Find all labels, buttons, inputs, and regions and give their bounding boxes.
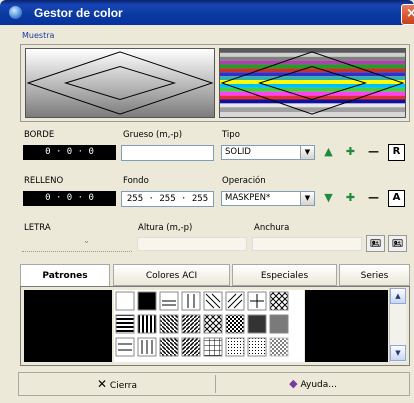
chevron-down-icon: ▼ (300, 146, 314, 159)
close-icon[interactable]: × (401, 4, 414, 25)
anchura-input[interactable] (252, 237, 362, 251)
fondo-label: Fondo (123, 176, 149, 186)
close-x-icon: ✕ (96, 377, 108, 391)
cierra-button[interactable]: ✕ Cierra (19, 373, 215, 395)
ayuda-label: Ayuda... (300, 380, 337, 390)
color-manager-window: Gestor de color × Muestra BORDE Grueso (… (0, 0, 414, 403)
r-button[interactable]: R (388, 144, 405, 161)
relleno-label: RELLENO (24, 176, 64, 186)
operacion-select-value: MASKPEN* (225, 193, 271, 203)
title-bar[interactable]: Gestor de color × (0, 0, 414, 25)
plus-icon[interactable]: ✚ (342, 190, 359, 207)
minus-icon[interactable]: — (365, 190, 382, 207)
letra-label: LETRA (24, 223, 51, 233)
sample-swatch-left (25, 48, 215, 118)
altura-input[interactable] (137, 237, 247, 251)
borde-label: BORDE (24, 130, 55, 140)
a-button[interactable]: A (388, 190, 405, 207)
help-book-icon: ◆ (289, 377, 298, 390)
arrow-down-icon[interactable]: ▼ (320, 190, 337, 207)
arrow-up-icon[interactable]: ▲ (320, 144, 337, 161)
tipo-select-value: SOLID (225, 147, 251, 157)
pattern-preview-right (305, 290, 388, 362)
borde-color-field[interactable]: 0 · 0 · 0 (23, 145, 116, 160)
footer-buttons: ✕ Cierra ◆ Ayuda... (18, 372, 410, 396)
plus-icon[interactable]: ✚ (342, 144, 359, 161)
operacion-select[interactable]: MASKPEN* ▼ (221, 191, 315, 206)
app-globe-icon (9, 6, 22, 19)
altura-label: Altura (m,-p) (138, 223, 193, 233)
tab-especiales[interactable]: Especiales (232, 264, 337, 286)
sample-swatch-right (219, 48, 406, 118)
tab-colores-aci[interactable]: Colores ACI (113, 264, 230, 286)
fondo-field[interactable]: 255 · 255 · 255 (121, 191, 214, 207)
pattern-grid[interactable] (114, 290, 304, 362)
scroll-down-icon[interactable]: ▼ (390, 345, 406, 361)
font-dialog-icon-2[interactable]: 🖭 (388, 235, 407, 252)
ayuda-button[interactable]: ◆ Ayuda... (216, 373, 410, 395)
pattern-preview-left (24, 290, 112, 362)
muestra-label: Muestra (22, 31, 55, 40)
anchura-label: Anchura (254, 223, 290, 233)
tab-patrones[interactable]: Patrones (20, 264, 110, 288)
letra-font-select[interactable]: ᵕ (22, 236, 132, 252)
scroll-up-icon[interactable]: ▲ (390, 288, 406, 304)
pattern-scrollbar[interactable]: ▲ ▼ (389, 288, 406, 362)
chevron-down-icon: ᵕ (85, 238, 89, 247)
grueso-input[interactable] (121, 145, 214, 161)
relleno-color-field[interactable]: 0 · 0 · 0 (23, 191, 116, 206)
operacion-label: Operación (222, 176, 266, 186)
cierra-label: Cierra (109, 381, 138, 391)
grueso-label: Grueso (m,-p) (123, 130, 183, 140)
tipo-label: Tipo (222, 130, 240, 140)
tipo-select[interactable]: SOLID ▼ (221, 145, 315, 160)
window-title: Gestor de color (34, 6, 123, 20)
chevron-down-icon: ▼ (300, 192, 314, 205)
font-dialog-icon[interactable]: 🖭 (366, 235, 385, 252)
minus-icon[interactable]: — (365, 144, 382, 161)
tab-series[interactable]: Series (339, 264, 410, 286)
pattern-tabs: Patrones Colores ACI Especiales Series (20, 264, 410, 288)
